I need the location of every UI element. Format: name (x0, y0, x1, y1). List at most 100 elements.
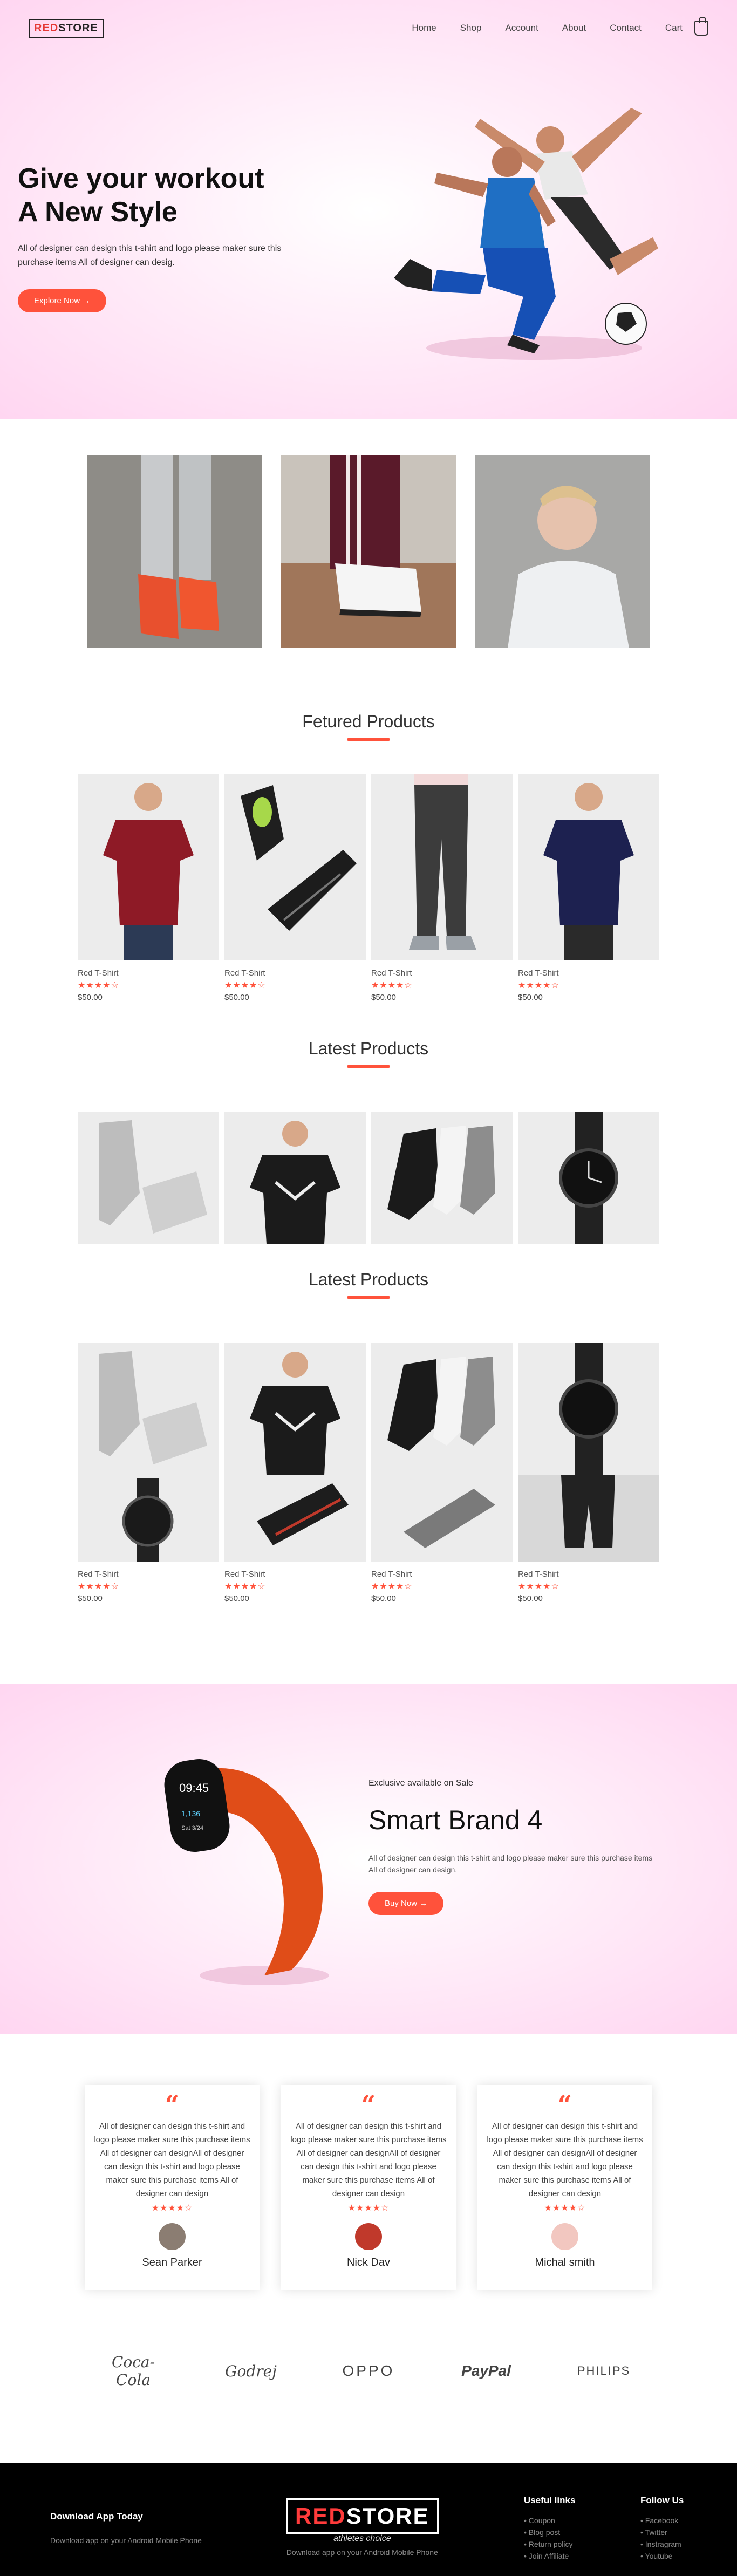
product-name: Red T-Shirt (78, 969, 119, 978)
testimonial-name: Michal smith (535, 2257, 595, 2268)
band-date: Sat 3/24 (181, 1825, 203, 1831)
product-image-red-tshirt (78, 774, 219, 960)
product-card[interactable]: Red T-Shirt ★★★★☆ $50.00 (371, 774, 513, 1002)
product-price: $50.00 (78, 993, 103, 1002)
featured-title: Fetured Products (0, 712, 737, 741)
hero-text: Give your workout A New Style All of desi… (18, 162, 298, 312)
rating-stars: ★★★★☆ (224, 981, 266, 990)
testimonial-name: Sean Parker (142, 2257, 202, 2268)
product-card[interactable]: Red T-Shirt ★★★★☆ $50.00 (518, 1343, 659, 1603)
quote-icon: “ (165, 2090, 180, 2119)
category-image-sneakers[interactable] (87, 455, 262, 648)
navbar: REDSTORE Home Shop Account About Contact… (29, 16, 708, 40)
product-name: Red T-Shirt (78, 1570, 119, 1579)
product-card[interactable] (78, 1112, 219, 1247)
rating-stars: ★★★★☆ (224, 1582, 266, 1591)
hero-section: REDSTORE Home Shop Account About Contact… (0, 0, 737, 419)
product-card[interactable]: Red T-Shirt ★★★★☆ $50.00 (78, 1343, 219, 1603)
product-card[interactable]: Red T-Shirt ★★★★☆ $50.00 (371, 1343, 513, 1603)
product-card[interactable] (224, 1112, 366, 1247)
product-name: Red T-Shirt (518, 969, 559, 978)
nav-home[interactable]: Home (412, 23, 436, 33)
rating-stars: ★★★★☆ (78, 981, 119, 990)
band-time: 09:45 (179, 1781, 209, 1795)
smart-band-image: 09:45 1,136 Sat 3/24 (164, 1759, 329, 1985)
nav-account[interactable]: Account (505, 23, 538, 33)
footer-link-youtube[interactable]: Youtube (640, 2550, 684, 2562)
footer-link-coupon[interactable]: Coupon (524, 2514, 575, 2526)
rating-stars: ★★★★☆ (518, 1582, 559, 1591)
coca-cola-logo: Coca-Cola (111, 2353, 155, 2389)
footer-logo[interactable]: REDSTORE (286, 2498, 439, 2534)
footer-tagline: athletes choice (330, 2534, 394, 2544)
testimonial-name: Nick Dav (346, 2257, 390, 2268)
oppo-logo: OPPO (342, 2362, 395, 2379)
latest-grid-2: Red T-Shirt ★★★★☆ $50.00 Red T-Shirt ★★★… (0, 1343, 737, 1603)
footer-useful-links: Useful links Coupon Blog post Return pol… (524, 2495, 575, 2562)
offer-text: Exclusive available on Sale Smart Brand … (368, 1778, 660, 1915)
product-image-grey-trackpants (371, 774, 513, 960)
nav-shop[interactable]: Shop (460, 23, 482, 33)
latest-section: Latest Products (0, 1039, 737, 1247)
footer-follow: Follow Us Facebook Twitter Instragram Yo… (640, 2495, 684, 2562)
paypal-logo: PayPal (461, 2362, 511, 2379)
footer-link-instagram[interactable]: Instragram (640, 2538, 684, 2550)
site-logo[interactable]: REDSTORE (29, 18, 104, 38)
footer-brand: REDSTORE athletes choice Download app on… (286, 2498, 439, 2557)
shopping-bag-icon[interactable] (694, 17, 708, 36)
testimonial-card: “ All of designer can design this t-shir… (85, 2085, 260, 2290)
buy-now-button[interactable]: Buy Now → (368, 1892, 444, 1915)
product-price: $50.00 (371, 1594, 396, 1603)
band-steps: 1,136 (181, 1809, 200, 1818)
explore-now-button[interactable]: Explore Now → (18, 289, 107, 312)
offer-title: Smart Brand 4 (368, 1805, 543, 1835)
product-name: Red T-Shirt (371, 1570, 412, 1579)
follow-us-title: Follow Us (640, 2495, 684, 2505)
category-image-hoodie[interactable] (475, 455, 650, 648)
product-card[interactable]: Red T-Shirt ★★★★☆ $50.00 (518, 774, 659, 1002)
quote-icon: “ (361, 2090, 376, 2119)
useful-links-title: Useful links (524, 2495, 576, 2505)
avatar (355, 2223, 382, 2250)
category-images (0, 455, 737, 648)
product-image-socks (371, 1112, 513, 1244)
product-card[interactable] (518, 1112, 659, 1247)
category-image-trackpants[interactable] (281, 455, 456, 648)
brand-logos: Coca-Cola Godrej OPPO PayPal PHILIPS (0, 2349, 737, 2393)
featured-section: Fetured Products Red T-Shirt ★★★★☆ $50.0… (0, 712, 737, 1002)
footer-link-facebook[interactable]: Facebook (640, 2514, 684, 2526)
product-image-navy-polo (518, 774, 659, 960)
testimonial-text: All of designer can design this t-shirt … (290, 2122, 447, 2198)
product-name: Red T-Shirt (224, 969, 265, 978)
nav-cart[interactable]: Cart (665, 23, 683, 33)
product-image-socks-and-shoe (371, 1343, 513, 1562)
product-image-watch-and-joggers (518, 1343, 659, 1562)
product-name: Red T-Shirt (371, 969, 412, 978)
footer-link-twitter[interactable]: Twitter (640, 2526, 684, 2538)
product-price: $50.00 (371, 993, 396, 1002)
featured-grid: Red T-Shirt ★★★★☆ $50.00 Red T-Shirt ★★★… (0, 774, 737, 1002)
offer-subtitle: Exclusive available on Sale (368, 1778, 473, 1788)
nav-about[interactable]: About (562, 23, 586, 33)
rating-stars: ★★★★☆ (151, 2204, 193, 2213)
footer-link-affiliate[interactable]: Join Affiliate (524, 2550, 575, 2562)
product-card[interactable] (371, 1112, 513, 1247)
hero-description: All of designer can design this t-shirt … (18, 244, 282, 267)
footer: Download App Today Download app on your … (0, 2463, 737, 2576)
product-price: $50.00 (518, 1594, 543, 1603)
hero-heading: Give your workout A New Style (18, 163, 264, 228)
product-image-black-puma-tshirt (224, 1112, 366, 1244)
product-image-boots-and-watch (78, 1343, 219, 1562)
godrej-logo: Godrej (225, 2362, 277, 2380)
footer-link-return[interactable]: Return policy (524, 2538, 575, 2550)
product-card[interactable]: Red T-Shirt ★★★★☆ $50.00 (224, 774, 366, 1002)
nav-contact[interactable]: Contact (610, 23, 642, 33)
offer-section: 09:45 1,136 Sat 3/24 Exclusive available… (0, 1684, 737, 2034)
footer-app-title: Download App Today (50, 2511, 143, 2522)
rating-stars: ★★★★☆ (518, 981, 559, 990)
product-name: Red T-Shirt (518, 1570, 559, 1579)
product-card[interactable]: Red T-Shirt ★★★★☆ $50.00 (78, 774, 219, 1002)
product-card[interactable]: Red T-Shirt ★★★★☆ $50.00 (224, 1343, 366, 1603)
product-price: $50.00 (224, 1594, 249, 1603)
footer-link-blog[interactable]: Blog post (524, 2526, 575, 2538)
